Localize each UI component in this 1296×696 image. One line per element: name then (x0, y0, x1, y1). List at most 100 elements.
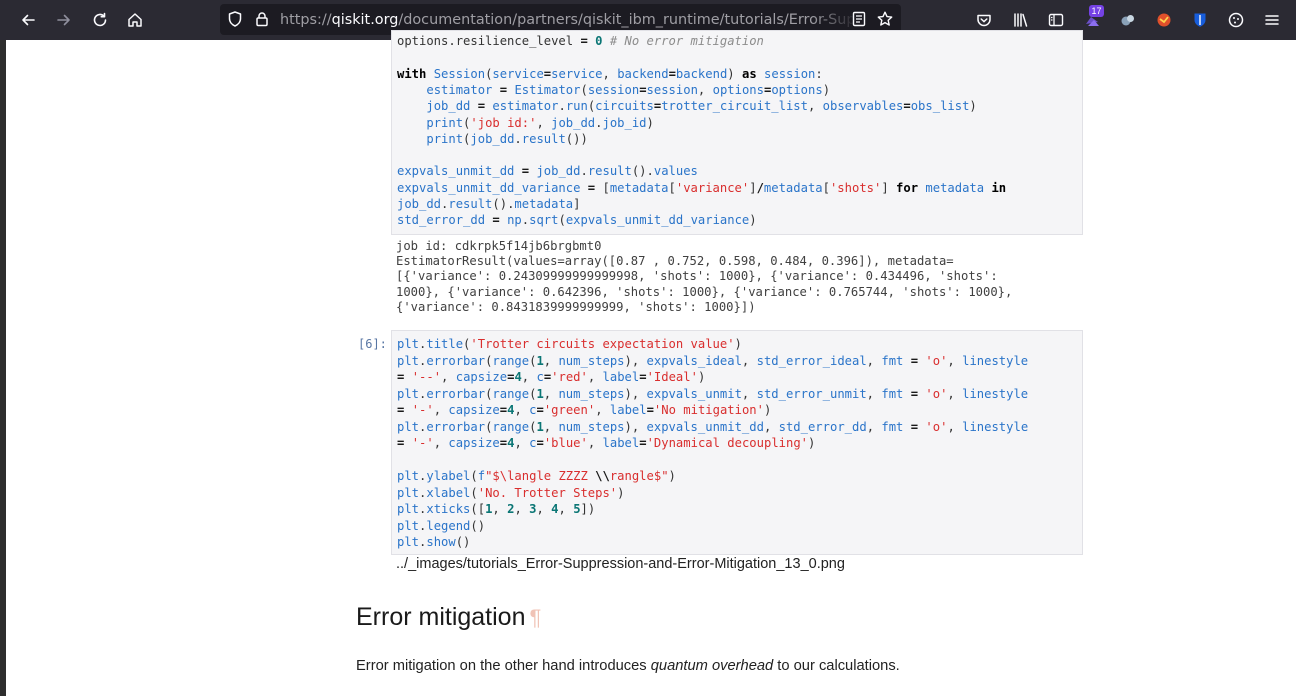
code-token: options (771, 82, 823, 97)
sidebar-icon[interactable] (1044, 8, 1068, 32)
cookie-icon[interactable] (1224, 8, 1248, 32)
code-token: ()) (565, 131, 588, 146)
code-token: legend (426, 518, 471, 533)
code-cell-6[interactable]: plt.title('Trotter circuits expectation … (391, 330, 1083, 555)
url-path: /documentation/partners/qiskit_ibm_runti… (398, 12, 858, 28)
code-token: ) (646, 115, 654, 130)
code-token: job_id (602, 115, 647, 130)
code-token: 1 (536, 386, 544, 401)
lock-icon[interactable] (250, 7, 274, 31)
code-token: [ (822, 180, 830, 195)
code-token: metadata (609, 180, 669, 195)
output-line: job id: cdkrpk5f14jb6brgbmt0 (396, 239, 602, 253)
code-token: 'No mitigation' (653, 403, 764, 417)
code-token: ] (573, 197, 581, 211)
code-token: ), (624, 386, 647, 401)
code-token: = (646, 403, 654, 417)
code-token: expvals_unmit_dd (397, 164, 515, 179)
code-token: , (947, 353, 963, 368)
url-host: qiskit.org (331, 12, 399, 28)
code-token: with (397, 66, 427, 81)
code-token: ), (624, 353, 647, 368)
code-token: range (492, 386, 530, 401)
code-token: = (536, 403, 544, 417)
section-heading: Error mitigation ¶ (356, 602, 541, 633)
reader-view-icon[interactable] (847, 7, 871, 31)
code-token: range (492, 419, 530, 434)
library-icon[interactable] (1008, 8, 1032, 32)
hamburger-menu-icon[interactable] (1260, 8, 1284, 32)
code-token: = (639, 436, 647, 450)
code-line: job_dd.result().metadata] (397, 196, 580, 212)
code-token: job_dd (536, 164, 581, 179)
forward-arrow-icon[interactable] (52, 8, 76, 32)
code-line: plt.xticks([1, 2, 3, 4, 5]) (397, 501, 595, 517)
code-token: ) (969, 99, 977, 114)
code-cell-5[interactable]: options.resilience_level = 0 # No error … (391, 30, 1083, 235)
back-arrow-icon[interactable] (16, 8, 40, 32)
code-token: ) (668, 469, 676, 483)
code-token: label (602, 370, 640, 384)
code-token: result (521, 131, 566, 146)
heading-anchor-link[interactable]: ¶ (530, 605, 542, 630)
code-token: , (441, 370, 456, 384)
code-token: 'Trotter circuits expectation value' (470, 337, 735, 351)
section-heading-text: Error mitigation (356, 603, 526, 631)
code-token: ) (763, 403, 772, 417)
code-token: 'No. Trotter Steps' (477, 485, 618, 500)
code-token: , (595, 403, 610, 417)
url-text[interactable]: https://qiskit.org/documentation/partner… (280, 11, 858, 29)
reload-icon[interactable] (88, 8, 112, 32)
code-token: , (543, 419, 559, 434)
code-token: job_dd (397, 197, 442, 211)
code-token: ) (727, 66, 742, 81)
bitwarden-icon[interactable] (1188, 8, 1212, 32)
code-token: 'red' (551, 370, 588, 384)
code-line: plt.show() (397, 534, 470, 550)
pocket-icon[interactable] (972, 8, 996, 32)
code-token: plt (397, 518, 420, 533)
code-token: capsize (448, 403, 500, 417)
code-token: , (521, 370, 537, 384)
code-token: . (514, 131, 522, 146)
extension-badge: 17 (1089, 5, 1104, 17)
code-token: print (426, 115, 464, 130)
bookmark-star-icon[interactable] (873, 7, 897, 31)
code-token: c (536, 370, 544, 384)
code-token: run (565, 99, 588, 114)
code-token: expvals_unmit_dd_variance (397, 180, 581, 195)
code-token: std_error_ideal (756, 353, 867, 368)
code-token: ) (617, 485, 625, 500)
code-token: = (639, 370, 647, 384)
code-token: = (580, 34, 588, 48)
code-token: linestyle (962, 353, 1029, 368)
code-token: () (455, 535, 471, 549)
code-token: options.resilience_level (397, 34, 581, 48)
code-token: rangle$" (609, 469, 669, 483)
code-token: as (741, 66, 757, 81)
extension-icon[interactable] (1152, 8, 1176, 32)
code-token: = (639, 82, 647, 97)
code-token: linestyle (962, 386, 1029, 401)
code-token: 1 (536, 419, 544, 434)
code-token: ) (749, 213, 757, 228)
code-token: , (947, 419, 963, 434)
code-token: , (543, 353, 559, 368)
code-line: plt.title('Trotter circuits expectation … (397, 336, 742, 352)
code-token: 'green' (543, 403, 596, 417)
code-token: session (646, 82, 698, 97)
code-line: std_error_dd = np.sqrt(expvals_unmit_dd_… (397, 212, 757, 228)
code-token: service (492, 66, 544, 81)
code-token: expvals_ideal (646, 353, 742, 368)
code-line: job_dd = estimator.run(circuits=trotter_… (397, 98, 977, 114)
home-icon[interactable] (123, 8, 147, 32)
code-token: label (609, 403, 647, 417)
extension-icon[interactable] (1116, 8, 1140, 32)
code-token: result (587, 164, 632, 179)
shield-icon[interactable] (223, 7, 247, 31)
